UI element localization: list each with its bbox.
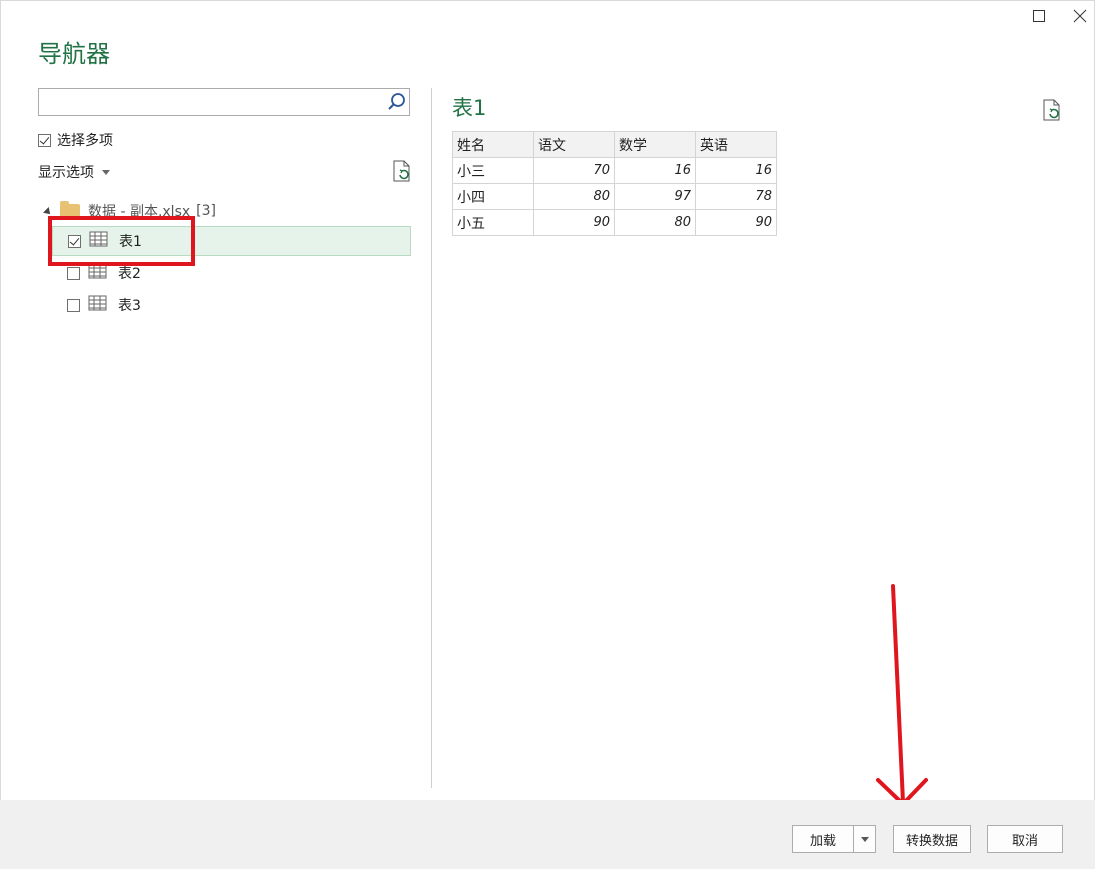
table-cell: 80 [533,183,615,210]
table-icon [88,263,108,284]
panel-splitter[interactable] [431,88,432,788]
caret-down-icon [102,169,110,175]
table-cell: 16 [695,157,777,184]
search-input[interactable] [43,90,387,116]
table-cell: 80 [614,209,696,236]
table-cell: 70 [533,157,615,184]
table-cell: 90 [695,209,777,236]
load-split-button[interactable]: 加载 [792,825,876,853]
transform-data-button[interactable]: 转换数据 [893,825,971,853]
table-cell: 小三 [452,157,534,184]
chevron-down-icon [860,836,869,842]
table1-checkbox[interactable] [68,234,81,248]
tree-root-workbook[interactable]: 数据 - 副本.xlsx [3] [43,200,216,221]
tree-item-table1[interactable]: 表1 [52,226,411,256]
close-button[interactable] [1069,5,1091,27]
preview-table: 姓名 语文 数学 英语 小三 70 16 16 小四 80 97 78 小五 9… [452,131,777,236]
maximize-button[interactable] [1028,5,1050,27]
preview-refresh-button[interactable] [1042,99,1062,121]
search-icon[interactable] [386,92,406,116]
table-icon [89,231,109,252]
workbook-name: 数据 - 副本.xlsx [88,204,191,220]
select-multiple-checkbox[interactable] [38,133,51,147]
column-header: 英语 [695,131,777,158]
select-multiple-label: 选择多项 [57,133,113,149]
select-multiple-option[interactable]: 选择多项 [38,130,113,150]
load-button[interactable]: 加载 [793,826,854,852]
refresh-button[interactable] [392,160,412,182]
refresh-icon [1043,99,1060,121]
table-header-row: 姓名 语文 数学 英语 [452,131,777,158]
table-row: 小五 90 80 90 [452,209,777,236]
table3-label: 表3 [118,298,141,314]
search-box[interactable] [38,88,410,116]
table-row: 小三 70 16 16 [452,157,777,184]
table3-checkbox[interactable] [67,298,80,312]
folder-icon [60,200,80,219]
refresh-icon [393,160,410,182]
column-header: 数学 [614,131,696,158]
preview-title: 表1 [452,96,487,120]
close-icon [1073,9,1087,23]
table-cell: 90 [533,209,615,236]
tree-item-table3[interactable]: 表3 [52,290,411,320]
table-cell: 78 [695,183,777,210]
workbook-item-count: [3] [196,203,216,219]
table1-label: 表1 [119,234,142,250]
table2-label: 表2 [118,266,141,282]
column-header: 语文 [533,131,615,158]
column-header: 姓名 [452,131,534,158]
collapse-arrow-icon[interactable] [43,207,53,217]
table-row: 小四 80 97 78 [452,183,777,210]
table-cell: 小五 [452,209,534,236]
maximize-icon [1033,10,1045,22]
table-cell: 97 [614,183,696,210]
table-cell: 16 [614,157,696,184]
cancel-button[interactable]: 取消 [987,825,1063,853]
table2-checkbox[interactable] [67,266,80,280]
dialog-title: 导航器 [38,40,110,68]
table-icon [88,295,108,316]
table-cell: 小四 [452,183,534,210]
display-options-dropdown[interactable]: 显示选项 [38,162,110,182]
tree-item-table2[interactable]: 表2 [52,258,411,288]
load-dropdown-button[interactable] [854,826,875,852]
display-options-label: 显示选项 [38,165,94,181]
